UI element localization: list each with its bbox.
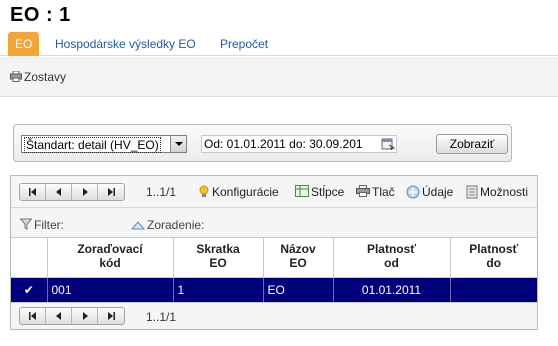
calendar-icon[interactable] xyxy=(381,137,396,151)
report-filter-panel: Štandart: detail (HV_EO) Od: 01.01.2011 … xyxy=(13,124,512,162)
table-row[interactable]: ✔ 001 1 EO 01.01.2011 xyxy=(11,277,537,302)
columns-icon xyxy=(295,185,309,197)
filter-button[interactable]: Filter: xyxy=(19,218,64,232)
sort-label: Zoradenie: xyxy=(147,218,205,232)
zostavy-label: Zostavy xyxy=(24,70,67,84)
footer-last-page-button[interactable] xyxy=(98,308,124,324)
pager-buttons xyxy=(19,183,125,201)
prev-page-button[interactable] xyxy=(46,184,72,200)
report-select[interactable]: Štandart: detail (HV_EO) xyxy=(21,135,187,153)
print-button[interactable]: Tlač xyxy=(356,185,395,199)
column-header-name[interactable]: Názov EO xyxy=(263,237,334,278)
cell-name: EO xyxy=(263,277,334,302)
table-header-row: Zoraďovací kód Skratka EO Názov EO Platnosť… xyxy=(11,237,537,278)
printer-icon xyxy=(10,70,22,85)
grid-toolbar: 1..1/1 Konfigurácie Stĺpce Tlač Údaje Mo… xyxy=(11,176,537,207)
footer-next-page-button[interactable] xyxy=(72,308,98,324)
funnel-icon xyxy=(19,218,33,230)
columns-label: Stĺpce xyxy=(311,185,345,199)
cell-code: 001 xyxy=(47,277,174,302)
page-info: 1..1/1 xyxy=(146,185,177,199)
data-table: Zoraďovací kód Skratka EO Názov EO Platnosť… xyxy=(11,237,537,302)
configure-button[interactable]: Konfigurácie xyxy=(198,185,279,199)
grid-panel: 1..1/1 Konfigurácie Stĺpce Tlač Údaje Mo… xyxy=(10,175,538,330)
date-range-field[interactable]: Od: 01.01.2011 do: 30.09.201 xyxy=(201,135,397,153)
options-icon xyxy=(466,185,478,199)
options-button[interactable]: Možnosti xyxy=(466,185,528,199)
footer-prev-page-button[interactable] xyxy=(46,308,72,324)
report-select-value: Štandart: detail (HV_EO) xyxy=(24,137,161,153)
tab-hospodarske-vysledky[interactable]: Hospodárske výsledky EO xyxy=(48,32,203,56)
data-button[interactable]: Údaje xyxy=(406,185,453,199)
date-range-value: Od: 01.01.2011 do: 30.09.201 xyxy=(204,137,363,151)
cell-valid-to xyxy=(450,277,537,302)
next-page-icon xyxy=(83,312,88,320)
cell-valid-from: 01.01.2011 xyxy=(333,277,451,302)
grid-filter-row: Filter: Zoradenie: xyxy=(11,207,537,237)
zostavy-button[interactable]: Zostavy xyxy=(10,70,66,84)
row-check-icon[interactable]: ✔ xyxy=(11,277,48,302)
last-page-icon xyxy=(108,312,115,320)
next-page-button[interactable] xyxy=(72,184,98,200)
footer-first-page-button[interactable] xyxy=(20,308,46,324)
columns-button[interactable]: Stĺpce xyxy=(295,185,344,199)
first-page-icon xyxy=(29,188,36,196)
column-header-code[interactable]: Zoraďovací kód xyxy=(47,237,174,278)
column-header-select xyxy=(11,237,48,278)
page-title: EO : 1 xyxy=(10,4,71,26)
prev-page-icon xyxy=(56,312,61,320)
show-button[interactable]: Zobraziť xyxy=(436,134,508,154)
grid-footer: 1..1/1 xyxy=(11,302,537,329)
data-label: Údaje xyxy=(422,185,454,199)
footer-page-info: 1..1/1 xyxy=(146,310,177,324)
chevron-down-icon[interactable] xyxy=(170,136,186,152)
print-label: Tlač xyxy=(372,185,395,199)
prev-page-icon xyxy=(56,188,61,196)
tab-bar: EO Hospodárske výsledky EO Prepočet xyxy=(0,32,558,56)
options-label: Možnosti xyxy=(480,185,529,199)
last-page-button[interactable] xyxy=(98,184,124,200)
report-bar: Zostavy xyxy=(0,57,558,97)
cell-short: 1 xyxy=(173,277,264,302)
sort-icon xyxy=(130,221,146,230)
sort-button[interactable]: Zoradenie: xyxy=(130,218,205,232)
next-page-icon xyxy=(83,188,88,196)
column-header-valid-from[interactable]: Platnosť od xyxy=(333,237,451,278)
last-page-icon xyxy=(108,188,115,196)
filter-label: Filter: xyxy=(34,218,64,232)
first-page-icon xyxy=(29,312,36,320)
tab-prepocet[interactable]: Prepočet xyxy=(213,32,275,56)
first-page-button[interactable] xyxy=(20,184,46,200)
column-header-short[interactable]: Skratka EO xyxy=(173,237,264,278)
footer-pager-buttons xyxy=(19,307,125,325)
tab-eo[interactable]: EO xyxy=(8,32,40,56)
column-header-valid-to[interactable]: Platnosť do xyxy=(450,237,537,278)
configure-label: Konfigurácie xyxy=(212,185,279,199)
printer-icon xyxy=(356,185,370,197)
data-icon xyxy=(406,185,420,199)
lightbulb-icon xyxy=(199,185,209,197)
